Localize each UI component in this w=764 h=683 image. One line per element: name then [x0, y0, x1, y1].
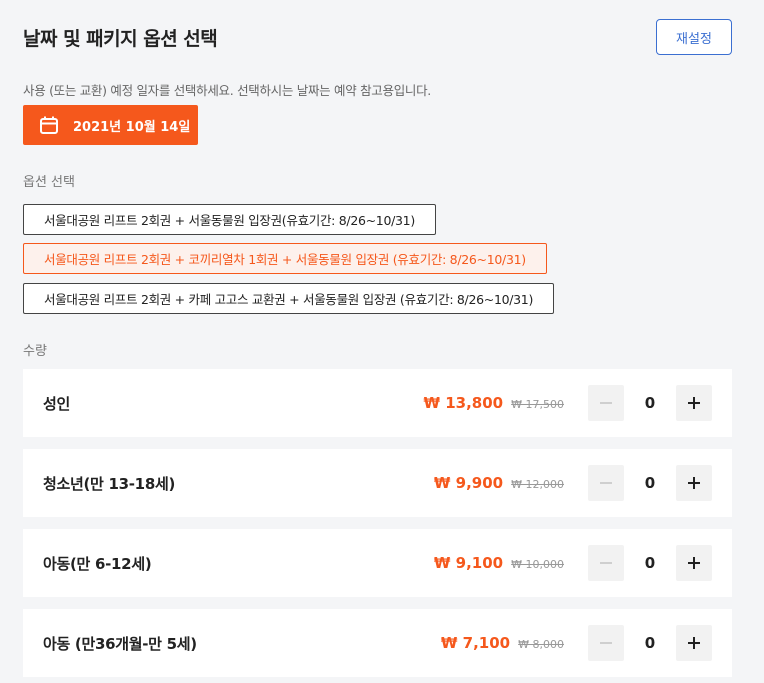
option-item-1[interactable]: 서울대공원 리프트 2회권 + 서울동물원 입장권(유효기간: 8/26~10/… — [23, 204, 436, 235]
quantity-count: 0 — [644, 394, 656, 412]
increase-button[interactable] — [676, 385, 712, 421]
price-block: ₩ 7,100 ₩ 8,000 — [441, 634, 564, 652]
options-label: 옵션 선택 — [23, 175, 75, 190]
plus-icon — [688, 477, 700, 489]
calendar-icon — [40, 116, 58, 134]
original-price: ₩ 17,500 — [511, 398, 564, 411]
sale-price: ₩ 9,900 — [433, 474, 504, 492]
selected-date: 2021년 10월 14일 — [73, 119, 191, 135]
plus-icon — [688, 637, 700, 649]
ticket-name: 아동 (만36개월-만 5세) — [43, 634, 197, 653]
plus-icon — [688, 557, 700, 569]
original-price: ₩ 12,000 — [511, 478, 564, 491]
reset-button[interactable]: 재설정 — [656, 19, 732, 55]
decrease-button[interactable] — [588, 465, 624, 501]
price-block: ₩ 9,100 ₩ 10,000 — [434, 554, 564, 572]
option-item-2[interactable]: 서울대공원 리프트 2회권 + 코끼리열차 1회권 + 서울동물원 입장권 (유… — [23, 243, 547, 274]
page-title: 날짜 및 패키지 옵션 선택 — [23, 28, 218, 50]
price-block: ₩ 9,900 ₩ 12,000 — [434, 474, 564, 492]
booking-options-panel: 날짜 및 패키지 옵션 선택 재설정 사용 (또는 교환) 예정 일자를 선택하… — [0, 0, 764, 683]
ticket-name: 청소년(만 13-18세) — [43, 474, 176, 493]
increase-button[interactable] — [676, 625, 712, 661]
original-price: ₩ 10,000 — [511, 558, 564, 571]
price-block: ₩ 13,800 ₩ 17,500 — [423, 394, 564, 412]
sale-price: ₩ 13,800 — [423, 394, 504, 412]
plus-icon — [688, 397, 700, 409]
minus-icon — [600, 642, 612, 644]
minus-icon — [600, 562, 612, 564]
original-price: ₩ 8,000 — [518, 638, 564, 651]
quantity-count: 0 — [644, 554, 656, 572]
option-item-3[interactable]: 서울대공원 리프트 2회권 + 카페 고고스 교환권 + 서울동물원 입장권 (… — [23, 283, 555, 314]
increase-button[interactable] — [676, 465, 712, 501]
quantity-row-toddler: 아동 (만36개월-만 5세) ₩ 7,100 ₩ 8,000 0 — [23, 609, 732, 677]
date-description: 사용 (또는 교환) 예정 일자를 선택하세요. 선택하시는 날짜는 예약 참고… — [23, 83, 431, 98]
quantity-count: 0 — [644, 634, 656, 652]
ticket-name: 아동(만 6-12세) — [43, 554, 152, 573]
decrease-button[interactable] — [588, 545, 624, 581]
decrease-button[interactable] — [588, 625, 624, 661]
minus-icon — [600, 402, 612, 404]
minus-icon — [600, 482, 612, 484]
increase-button[interactable] — [676, 545, 712, 581]
decrease-button[interactable] — [588, 385, 624, 421]
quantity-row-child: 아동(만 6-12세) ₩ 9,100 ₩ 10,000 0 — [23, 529, 732, 597]
ticket-name: 성인 — [43, 394, 71, 413]
sale-price: ₩ 7,100 — [440, 634, 511, 652]
quantity-row-youth: 청소년(만 13-18세) ₩ 9,900 ₩ 12,000 0 — [23, 449, 732, 517]
quantity-row-adult: 성인 ₩ 13,800 ₩ 17,500 0 — [23, 369, 732, 437]
quantity-label: 수량 — [23, 344, 47, 359]
sale-price: ₩ 9,100 — [433, 554, 504, 572]
date-picker-button[interactable]: 2021년 10월 14일 — [23, 105, 198, 145]
quantity-count: 0 — [644, 474, 656, 492]
